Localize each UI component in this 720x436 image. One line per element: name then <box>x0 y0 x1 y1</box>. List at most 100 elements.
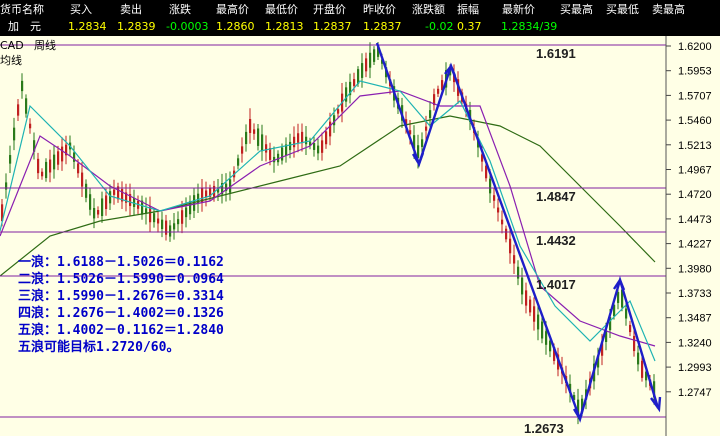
candle-body <box>17 104 20 116</box>
candle-body <box>641 360 644 378</box>
candle-body <box>73 152 76 162</box>
candle-body <box>53 154 56 170</box>
axis-tick-label: 1.3980 <box>678 263 712 275</box>
candle-body <box>57 151 60 165</box>
axis-tick-label: 1.3240 <box>678 337 712 349</box>
wave-note-4: 四浪：1.2676－1.4002＝0.1326 <box>18 306 224 321</box>
wave-note-1: 一浪：1.6188－1.5026＝0.1162 <box>18 255 224 270</box>
quote-bar: 货币名称 买入 卖出 涨跌 最高价 最低价 开盘价 昨收价 涨跌额 振幅 最新价… <box>0 0 720 36</box>
candle-body <box>29 123 32 129</box>
candle-body <box>113 189 116 195</box>
candle-body <box>109 191 112 204</box>
candle-body <box>301 131 304 144</box>
open-value: 1.2837 <box>313 20 352 33</box>
candle-body <box>425 126 428 131</box>
header-sell: 卖出 <box>120 3 142 16</box>
amplitude-value: 0.37 <box>457 20 482 33</box>
candle-body <box>37 158 40 174</box>
candle-body <box>289 141 292 151</box>
axis-tick-label: 1.5953 <box>678 66 712 78</box>
candle-body <box>525 290 528 306</box>
candle-body <box>521 277 524 295</box>
candle-body <box>261 134 264 152</box>
axis-tick-label: 1.3733 <box>678 288 712 300</box>
candle-body <box>177 219 180 225</box>
candle-body <box>541 321 544 339</box>
candle-body <box>157 218 160 224</box>
candle-body <box>637 352 640 365</box>
high-value: 1.2860 <box>216 20 255 33</box>
candle-body <box>545 331 548 345</box>
header-ask-high: 卖最高 <box>652 3 685 16</box>
candle-body <box>313 143 316 150</box>
axis-tick-label: 1.4227 <box>678 239 712 251</box>
candle-body <box>61 146 64 162</box>
wave-note-5: 五浪：1.4002－0.1162＝1.2840 <box>18 323 224 338</box>
candle-body <box>517 266 520 279</box>
axis-tick-label: 1.5213 <box>678 140 712 152</box>
candle-body <box>333 115 336 126</box>
wave-note-2: 二浪：1.5026－1.5990＝0.0964 <box>18 272 224 287</box>
axis-tick-label: 1.5707 <box>678 90 712 102</box>
change-value: -0.0003 <box>166 20 209 33</box>
level-label-1-4017: 1.4017 <box>536 277 576 292</box>
candle-body <box>241 146 244 154</box>
period-label: 周线 <box>34 38 56 52</box>
axis-tick-label: 1.4720 <box>678 189 712 201</box>
header-open: 开盘价 <box>313 3 346 16</box>
candle-body <box>533 306 536 322</box>
candle-body <box>5 182 8 190</box>
candle-body <box>161 219 164 230</box>
candle-body <box>373 49 376 62</box>
candle-body <box>185 207 188 218</box>
candle-body <box>97 209 100 215</box>
candle-body <box>41 171 44 177</box>
header-high: 最高价 <box>216 3 249 16</box>
level-label-1-2673: 1.2673 <box>524 421 564 436</box>
candle-body <box>77 163 80 174</box>
candle-body <box>173 223 176 230</box>
candle-body <box>625 308 628 319</box>
candle-body <box>49 159 52 173</box>
buy-value: 1.2834 <box>68 20 107 33</box>
candle-body <box>329 121 332 137</box>
candle-body <box>421 139 424 147</box>
header-prev-close: 昨收价 <box>363 3 396 16</box>
candle-body <box>245 131 248 145</box>
candle-body <box>21 80 24 92</box>
candle-body <box>325 131 328 145</box>
header-bid-low: 买最低 <box>606 3 639 16</box>
candle-body <box>105 195 108 210</box>
candle-body <box>181 210 184 224</box>
candle-body <box>153 213 156 223</box>
candle-body <box>353 79 356 86</box>
candle-body <box>501 219 504 225</box>
header-change-amount: 涨跌额 <box>412 3 445 16</box>
prev-close-value: 1.2837 <box>363 20 402 33</box>
header-change: 涨跌 <box>169 3 191 16</box>
candle-body <box>305 136 308 145</box>
axis-tick-label: 1.4473 <box>678 214 712 226</box>
candle-body <box>25 98 28 114</box>
axis-tick-label: 1.2747 <box>678 387 712 399</box>
candle-body <box>617 292 620 303</box>
candle-body <box>537 314 540 330</box>
price-chart[interactable]: 1.6191 1.4847 1.4432 1.4017 1.2673 CAD 周… <box>0 36 720 436</box>
candle-body <box>293 136 296 148</box>
header-currency-name: 货币名称 <box>0 3 44 16</box>
forex-weekly-chart-window: 货币名称 买入 卖出 涨跌 最高价 最低价 开盘价 昨收价 涨跌额 振幅 最新价… <box>0 0 720 436</box>
candle-body <box>361 63 364 78</box>
level-label-1-6191: 1.6191 <box>536 46 576 61</box>
currency-name: 加 元 <box>8 20 41 33</box>
symbol-label: CAD <box>0 39 24 52</box>
axis-tick-label: 1.4967 <box>678 165 712 177</box>
period-label-fragment: 均线 <box>0 53 22 67</box>
candle-body <box>509 238 512 254</box>
candle-body <box>257 128 260 146</box>
candle-body <box>365 58 368 72</box>
header-amplitude: 振幅 <box>457 3 479 16</box>
axis-tick-label: 1.6200 <box>678 41 712 53</box>
candle-body <box>249 119 252 133</box>
candle-body <box>281 147 284 161</box>
last-price-value: 1.2834/39 <box>501 20 558 33</box>
